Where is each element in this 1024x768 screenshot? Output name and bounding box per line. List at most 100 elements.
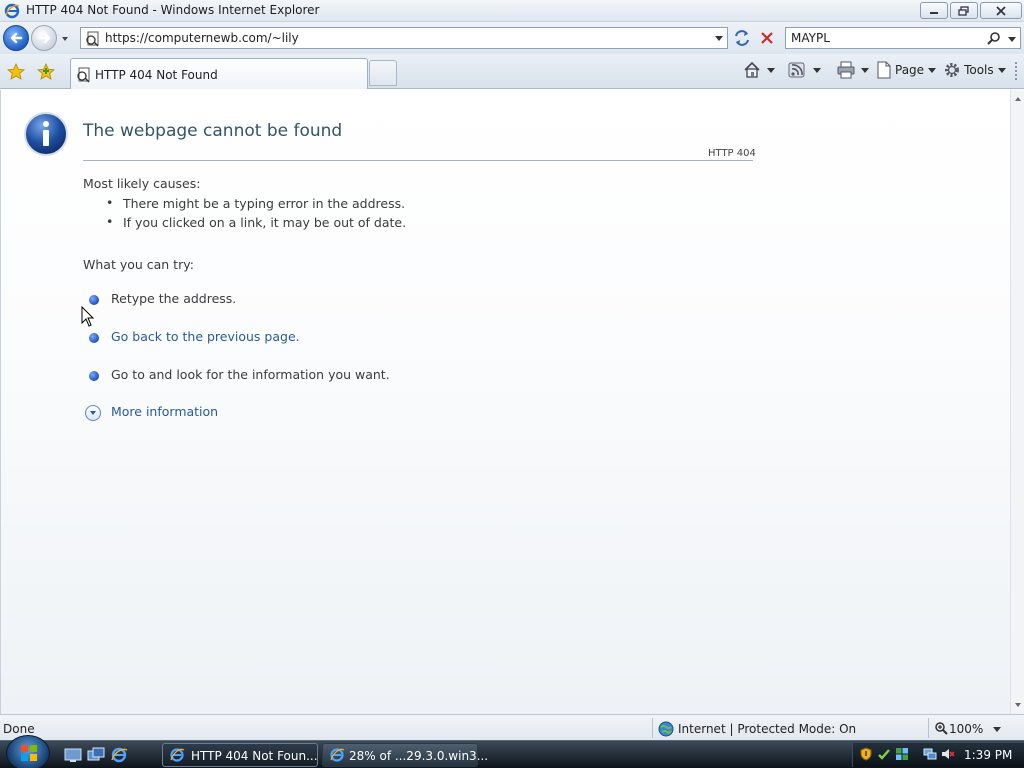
status-separator bbox=[928, 718, 929, 738]
internet-explorer-icon bbox=[4, 3, 20, 19]
try-item-text: Retype the address. bbox=[111, 291, 237, 306]
tab-label: HTTP 404 Not Found bbox=[95, 68, 218, 82]
page-menu-label: Page bbox=[895, 63, 925, 77]
title-bar: HTTP 404 Not Found - Windows Internet Ex… bbox=[0, 0, 1024, 22]
internet-explorer-icon bbox=[330, 748, 345, 762]
search-input[interactable]: MAYPL bbox=[785, 27, 1021, 49]
zoom-dropdown-icon[interactable] bbox=[992, 725, 1002, 733]
zoom-icon[interactable] bbox=[934, 721, 948, 735]
restore-icon bbox=[958, 5, 969, 16]
security-zone-text[interactable]: Internet | Protected Mode: On bbox=[678, 722, 856, 736]
refresh-icon[interactable] bbox=[731, 28, 753, 48]
address-url: https://computernewb.com/~lily bbox=[105, 31, 299, 45]
internet-explorer-quicklaunch-icon[interactable] bbox=[110, 746, 128, 764]
taskbar-button-label: HTTP 404 Not Foun... bbox=[191, 749, 318, 763]
minimize-button[interactable] bbox=[920, 2, 948, 19]
page-title: The webpage cannot be found bbox=[83, 121, 343, 141]
scroll-down-icon[interactable] bbox=[1013, 700, 1023, 710]
address-row: https://computernewb.com/~lily MAYPL bbox=[0, 22, 1024, 54]
heading-divider bbox=[83, 160, 753, 161]
expand-chevron-icon[interactable] bbox=[85, 405, 101, 421]
page-menu-icon bbox=[877, 61, 891, 79]
address-dropdown-icon[interactable] bbox=[714, 33, 724, 43]
scroll-up-icon[interactable] bbox=[1013, 94, 1023, 104]
rss-feed-icon bbox=[788, 62, 805, 78]
start-button[interactable] bbox=[6, 735, 50, 768]
page-menu-button[interactable]: Page bbox=[876, 61, 937, 79]
print-dropdown-icon[interactable] bbox=[860, 65, 870, 75]
status-bar: Done Internet | Protected Mode: On 100% bbox=[0, 714, 1024, 740]
gear-icon bbox=[945, 63, 960, 77]
tools-menu-label: Tools bbox=[964, 63, 994, 77]
show-desktop-icon[interactable] bbox=[64, 746, 82, 764]
home-dropdown-icon[interactable] bbox=[766, 65, 776, 75]
cause-item: If you clicked on a link, it may be out … bbox=[106, 214, 406, 230]
page-icon bbox=[86, 31, 99, 47]
search-options-dropdown-icon[interactable] bbox=[1007, 34, 1017, 44]
taskbar-button-ie[interactable]: HTTP 404 Not Foun... bbox=[162, 743, 318, 767]
causes-title: Most likely causes: bbox=[83, 176, 201, 191]
page-content: The webpage cannot be found HTTP 404 Mos… bbox=[0, 90, 1010, 714]
page-icon bbox=[77, 67, 90, 83]
favorites-star-icon[interactable] bbox=[6, 62, 26, 82]
restore-button[interactable] bbox=[950, 2, 978, 19]
toolbar-grip[interactable] bbox=[1015, 62, 1018, 80]
windows-logo-icon bbox=[21, 745, 37, 761]
network-icon[interactable] bbox=[923, 747, 937, 761]
windows-defender-icon[interactable] bbox=[895, 747, 909, 761]
forward-arrow-icon bbox=[38, 32, 51, 44]
feeds-dropdown-icon[interactable] bbox=[812, 65, 822, 75]
volume-muted-icon[interactable] bbox=[941, 747, 955, 761]
stop-icon[interactable] bbox=[756, 28, 778, 48]
try-item-text: Go to and look for the information you w… bbox=[111, 367, 390, 382]
close-button[interactable] bbox=[980, 2, 1022, 19]
bullet-icon bbox=[89, 295, 99, 305]
taskbar: HTTP 404 Not Foun... 28% of ...29.3.0.wi… bbox=[0, 735, 1024, 768]
home-button[interactable] bbox=[742, 61, 776, 79]
home-icon bbox=[744, 61, 760, 78]
tools-menu-button[interactable]: Tools bbox=[943, 61, 1007, 79]
address-bar[interactable]: https://computernewb.com/~lily bbox=[80, 27, 728, 49]
page-menu-dropdown-icon bbox=[928, 68, 937, 73]
zoom-level[interactable]: 100% bbox=[949, 722, 983, 736]
status-separator bbox=[652, 718, 653, 738]
taskbar-button-download[interactable]: 28% of ...29.3.0.win3... bbox=[322, 743, 488, 767]
more-information-link[interactable]: More information bbox=[111, 404, 218, 419]
network-check-icon[interactable] bbox=[877, 747, 891, 761]
recent-pages-dropdown-icon[interactable] bbox=[60, 34, 70, 44]
system-tray: 1:39 PM bbox=[852, 743, 1024, 767]
vertical-scrollbar[interactable] bbox=[1010, 90, 1024, 714]
back-arrow-icon bbox=[10, 32, 23, 44]
back-button[interactable] bbox=[3, 25, 29, 51]
http-status-code: HTTP 404 bbox=[708, 148, 756, 159]
feeds-button[interactable] bbox=[788, 61, 822, 79]
tab-command-row: HTTP 404 Not Found Page Tools bbox=[0, 54, 1024, 89]
internet-explorer-icon bbox=[170, 748, 185, 762]
cause-item: There might be a typing error in the add… bbox=[106, 195, 406, 211]
go-back-link[interactable]: Go back to the previous page. bbox=[111, 329, 300, 344]
search-icon[interactable] bbox=[986, 31, 1002, 47]
causes-list: There might be a typing error in the add… bbox=[106, 195, 406, 234]
taskbar-button-label: 28% of ...29.3.0.win3... bbox=[349, 749, 489, 763]
tab-http-404[interactable]: HTTP 404 Not Found bbox=[70, 58, 368, 89]
bullet-icon bbox=[89, 333, 99, 343]
switch-windows-icon[interactable] bbox=[87, 746, 105, 764]
minimize-icon bbox=[930, 11, 938, 14]
try-title: What you can try: bbox=[83, 257, 194, 272]
forward-button[interactable] bbox=[31, 25, 57, 51]
tools-menu-dropdown-icon bbox=[997, 68, 1006, 73]
clock[interactable]: 1:39 PM bbox=[964, 748, 1012, 762]
window-title: HTTP 404 Not Found - Windows Internet Ex… bbox=[26, 3, 320, 17]
status-text: Done bbox=[3, 722, 35, 736]
chevron-down-icon bbox=[90, 411, 96, 415]
new-tab-button[interactable] bbox=[369, 60, 397, 86]
bullet-icon bbox=[89, 371, 99, 381]
print-button[interactable] bbox=[836, 61, 870, 79]
mouse-cursor-icon bbox=[81, 306, 95, 327]
add-to-favorites-icon[interactable] bbox=[36, 62, 56, 82]
printer-icon bbox=[837, 61, 855, 79]
info-icon bbox=[24, 112, 68, 156]
globe-icon[interactable] bbox=[658, 721, 674, 737]
close-icon bbox=[996, 5, 1006, 16]
security-shield-icon[interactable] bbox=[859, 747, 873, 761]
